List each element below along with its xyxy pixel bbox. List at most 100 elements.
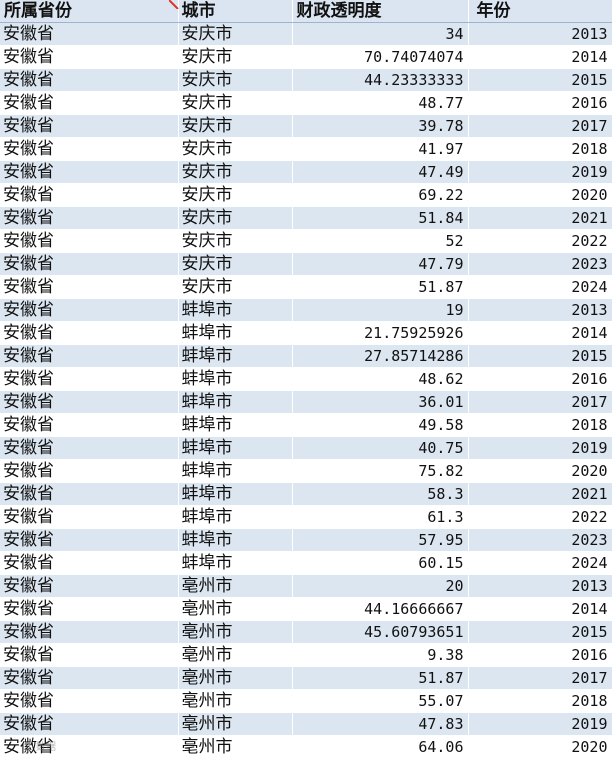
cell-year[interactable]: 2022 [468, 505, 612, 529]
cell-province[interactable]: 安徽省 [0, 252, 179, 276]
cell-province[interactable]: 安徽省 [0, 160, 179, 184]
cell-value[interactable]: 64.06 [292, 735, 469, 759]
cell-value[interactable]: 19 [292, 298, 469, 322]
cell-province[interactable]: 安徽省 [0, 137, 179, 161]
cell-province[interactable]: 安徽省 [0, 91, 179, 115]
cell-province[interactable]: 安徽省 [0, 45, 179, 69]
cell-year[interactable]: 2017 [468, 666, 612, 690]
cell-year[interactable]: 2020 [468, 735, 612, 759]
cell-province[interactable]: 安徽省 [0, 712, 179, 736]
cell-province[interactable]: 安徽省 [0, 574, 179, 598]
cell-city[interactable]: 蚌埠市 [178, 367, 293, 391]
cell-city[interactable]: 蚌埠市 [178, 413, 293, 437]
cell-city[interactable]: 蚌埠市 [178, 344, 293, 368]
cell-value[interactable]: 27.85714286 [292, 344, 469, 368]
cell-city[interactable]: 安庆市 [178, 183, 293, 207]
cell-province[interactable]: 安徽省 [0, 367, 179, 391]
cell-year[interactable]: 2018 [468, 413, 612, 437]
cell-province[interactable]: 安徽省 [0, 183, 179, 207]
cell-value[interactable]: 75.82 [292, 459, 469, 483]
cell-city[interactable]: 亳州市 [178, 620, 293, 644]
column-header-city[interactable]: 城市 [178, 0, 293, 23]
cell-value[interactable]: 47.79 [292, 252, 469, 276]
cell-year[interactable]: 2018 [468, 137, 612, 161]
cell-province[interactable]: 安徽省 [0, 390, 179, 414]
cell-city[interactable]: 蚌埠市 [178, 505, 293, 529]
cell-value[interactable]: 51.87 [292, 275, 469, 299]
cell-year[interactable]: 2015 [468, 68, 612, 92]
cell-value[interactable]: 70.74074074 [292, 45, 469, 69]
cell-year[interactable]: 2019 [468, 160, 612, 184]
cell-province[interactable]: 安徽省 [0, 298, 179, 322]
cell-year[interactable]: 2023 [468, 252, 612, 276]
cell-value[interactable]: 60.15 [292, 551, 469, 575]
cell-year[interactable]: 2019 [468, 712, 612, 736]
cell-value[interactable]: 21.75925926 [292, 321, 469, 345]
cell-year[interactable]: 2021 [468, 482, 612, 506]
cell-value[interactable]: 40.75 [292, 436, 469, 460]
cell-province[interactable]: 安徽省 [0, 114, 179, 138]
cell-city[interactable]: 安庆市 [178, 91, 293, 115]
cell-province[interactable]: 安徽省 [0, 735, 179, 759]
cell-year[interactable]: 2013 [468, 574, 612, 598]
cell-value[interactable]: 69.22 [292, 183, 469, 207]
cell-city[interactable]: 蚌埠市 [178, 390, 293, 414]
cell-province[interactable]: 安徽省 [0, 620, 179, 644]
cell-city[interactable]: 蚌埠市 [178, 298, 293, 322]
cell-value[interactable]: 41.97 [292, 137, 469, 161]
cell-city[interactable]: 安庆市 [178, 45, 293, 69]
cell-value[interactable]: 9.38 [292, 643, 469, 667]
cell-province[interactable]: 安徽省 [0, 482, 179, 506]
cell-value[interactable]: 47.49 [292, 160, 469, 184]
cell-year[interactable]: 2017 [468, 114, 612, 138]
cell-city[interactable]: 安庆市 [178, 206, 293, 230]
cell-province[interactable]: 安徽省 [0, 344, 179, 368]
cell-value[interactable]: 34 [292, 22, 469, 46]
cell-city[interactable]: 亳州市 [178, 735, 293, 759]
column-header-year[interactable]: 年份 [468, 0, 612, 23]
cell-value[interactable]: 39.78 [292, 114, 469, 138]
cell-value[interactable]: 36.01 [292, 390, 469, 414]
cell-value[interactable]: 47.83 [292, 712, 469, 736]
cell-province[interactable]: 安徽省 [0, 22, 179, 46]
cell-value[interactable]: 45.60793651 [292, 620, 469, 644]
cell-year[interactable]: 2023 [468, 528, 612, 552]
cell-city[interactable]: 亳州市 [178, 643, 293, 667]
cell-city[interactable]: 安庆市 [178, 22, 293, 46]
column-header-province[interactable]: 所属省份 [0, 0, 179, 23]
cell-year[interactable]: 2014 [468, 597, 612, 621]
cell-year[interactable]: 2013 [468, 22, 612, 46]
cell-year[interactable]: 2016 [468, 91, 612, 115]
cell-province[interactable]: 安徽省 [0, 229, 179, 253]
cell-value[interactable]: 48.77 [292, 91, 469, 115]
cell-city[interactable]: 蚌埠市 [178, 528, 293, 552]
cell-province[interactable]: 安徽省 [0, 551, 179, 575]
cell-year[interactable]: 2018 [468, 689, 612, 713]
cell-year[interactable]: 2015 [468, 620, 612, 644]
cell-city[interactable]: 亳州市 [178, 597, 293, 621]
cell-province[interactable]: 安徽省 [0, 528, 179, 552]
cell-value[interactable]: 48.62 [292, 367, 469, 391]
cell-value[interactable]: 51.84 [292, 206, 469, 230]
cell-year[interactable]: 2015 [468, 344, 612, 368]
cell-value[interactable]: 57.95 [292, 528, 469, 552]
cell-city[interactable]: 亳州市 [178, 712, 293, 736]
cell-province[interactable]: 安徽省 [0, 206, 179, 230]
cell-province[interactable]: 安徽省 [0, 459, 179, 483]
cell-city[interactable]: 蚌埠市 [178, 551, 293, 575]
cell-city[interactable]: 蚌埠市 [178, 482, 293, 506]
cell-value[interactable]: 55.07 [292, 689, 469, 713]
cell-year[interactable]: 2014 [468, 45, 612, 69]
cell-value[interactable]: 58.3 [292, 482, 469, 506]
cell-value[interactable]: 44.16666667 [292, 597, 469, 621]
cell-year[interactable]: 2017 [468, 390, 612, 414]
cell-city[interactable]: 安庆市 [178, 160, 293, 184]
cell-city[interactable]: 安庆市 [178, 229, 293, 253]
cell-province[interactable]: 安徽省 [0, 413, 179, 437]
cell-year[interactable]: 2022 [468, 229, 612, 253]
cell-year[interactable]: 2019 [468, 436, 612, 460]
cell-year[interactable]: 2021 [468, 206, 612, 230]
cell-city[interactable]: 亳州市 [178, 666, 293, 690]
cell-value[interactable]: 52 [292, 229, 469, 253]
cell-year[interactable]: 2016 [468, 643, 612, 667]
